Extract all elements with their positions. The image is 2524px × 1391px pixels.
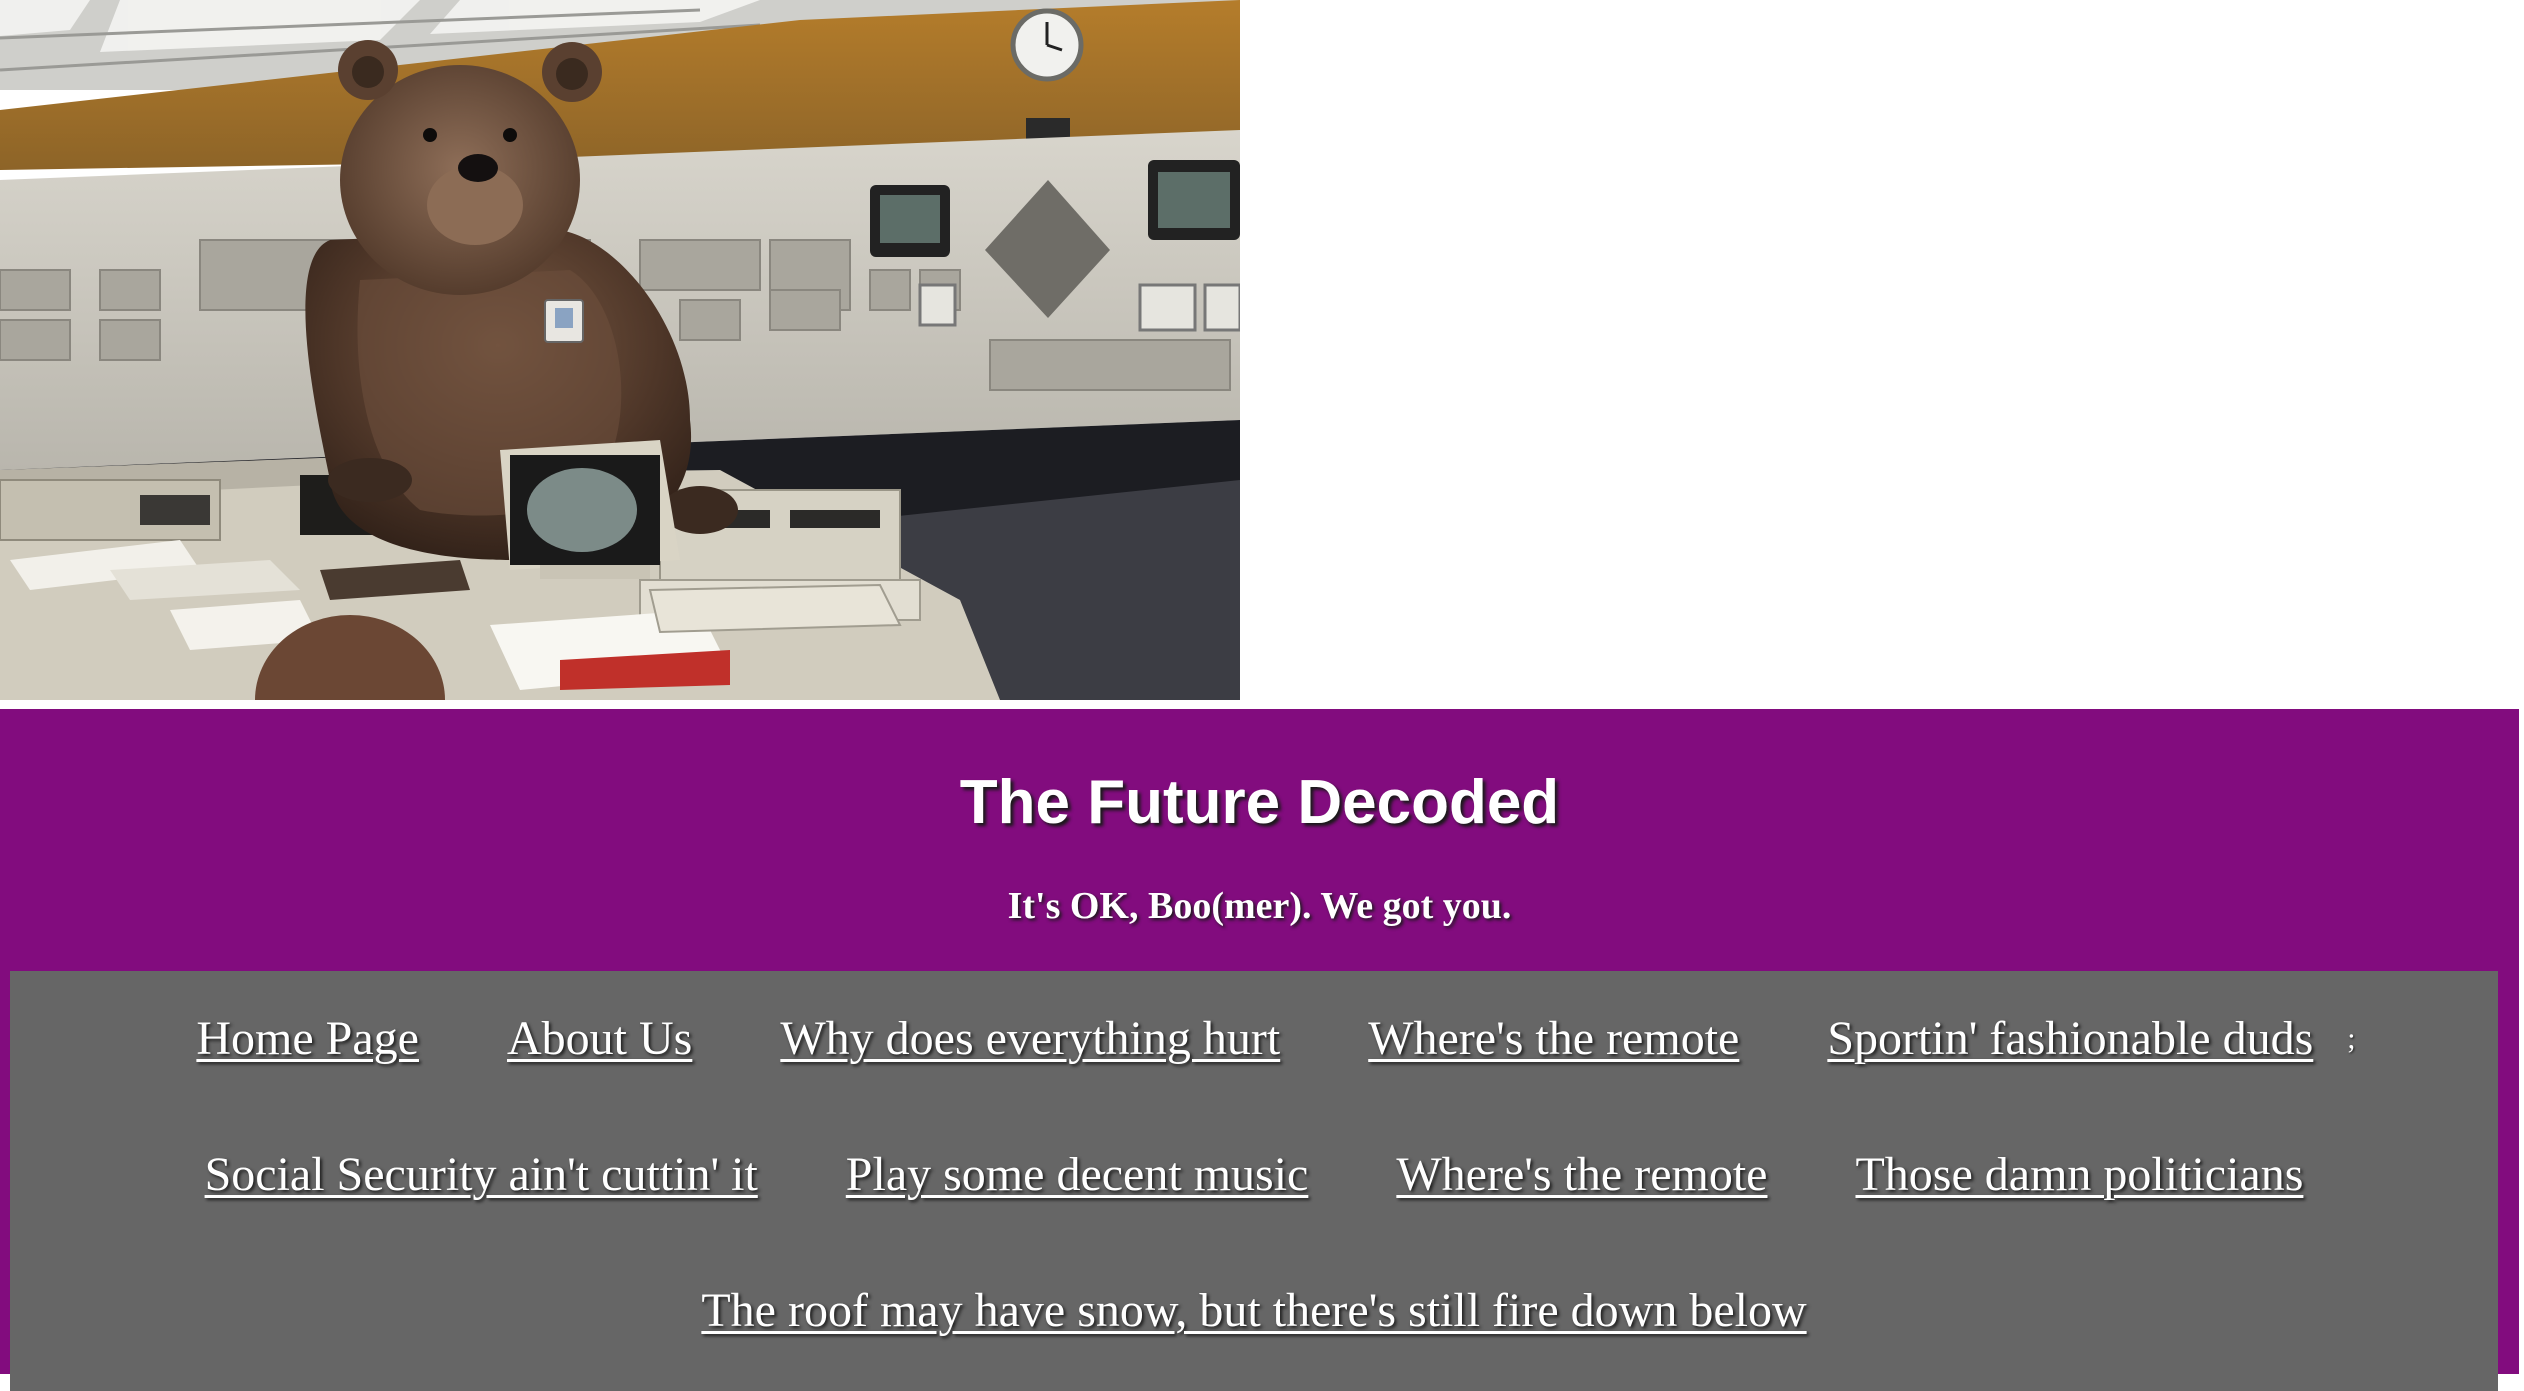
hero-image (0, 0, 1240, 700)
site-tagline: It's OK, Boo(mer). We got you. (1007, 885, 1512, 927)
nav-row: The roof may have snow, but there's stil… (10, 1283, 2498, 1338)
nav-link-those-damn-politicians[interactable]: Those damn politicians (1855, 1147, 2303, 1202)
nav-link-wheres-the-remote[interactable]: Where's the remote (1368, 1011, 1739, 1066)
nav-link-home-page[interactable]: Home Page (196, 1011, 419, 1066)
nav-link-roof-may-have-snow[interactable]: The roof may have snow, but there's stil… (701, 1283, 1806, 1338)
nav-link-sportin-fashionable-duds[interactable]: Sportin' fashionable duds (1827, 1011, 2313, 1066)
nav-link-play-some-decent-music[interactable]: Play some decent music (846, 1147, 1309, 1202)
nav-row: Home Page About Us Why does everything h… (10, 1011, 2498, 1066)
nav-link-why-does-everything-hurt[interactable]: Why does everything hurt (780, 1011, 1280, 1066)
bear-control-room-photo (0, 0, 1240, 700)
main-navigation: Home Page About Us Why does everything h… (10, 971, 2498, 1391)
nav-link-wheres-the-remote-2[interactable]: Where's the remote (1396, 1147, 1767, 1202)
site-header: The Future Decoded It's OK, Boo(mer). We… (0, 709, 2519, 1391)
nav-separator: ; (2347, 1021, 2356, 1055)
nav-row: Social Security ain't cuttin' it Play so… (10, 1147, 2498, 1202)
nav-link-about-us[interactable]: About Us (507, 1011, 692, 1066)
nav-link-social-security[interactable]: Social Security ain't cuttin' it (205, 1147, 758, 1202)
site-title: The Future Decoded (959, 768, 1560, 837)
